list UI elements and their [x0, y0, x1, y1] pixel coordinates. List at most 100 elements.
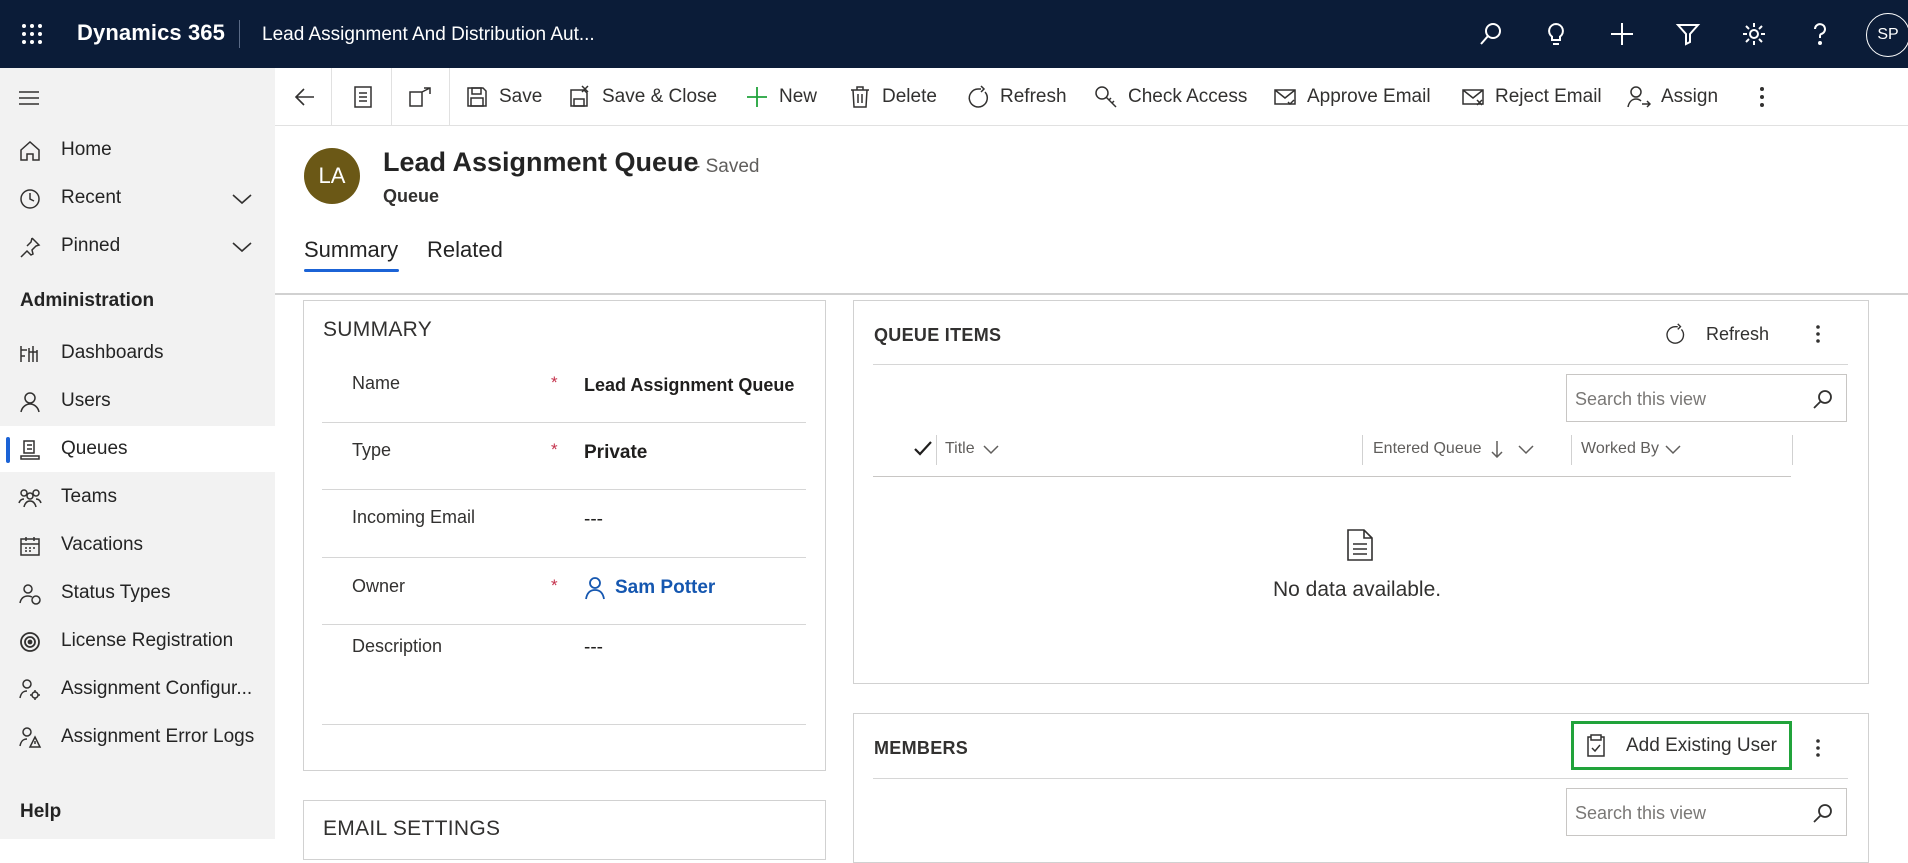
sidebar-item-label: Teams [61, 486, 117, 507]
required-marker: * [551, 373, 558, 392]
empty-state-text: No data available. [1273, 578, 1442, 601]
queue-items-title: QUEUE ITEMS [874, 325, 1002, 345]
sidebar-item-license-registration[interactable]: License Registration [0, 618, 275, 664]
active-tab-indicator [304, 269, 399, 272]
queue-items-search-box[interactable] [1566, 374, 1847, 422]
form-view-button[interactable] [348, 68, 378, 126]
sidebar-item-vacations[interactable]: Vacations [0, 522, 275, 568]
field-value-type[interactable]: Private [584, 442, 647, 464]
save-button[interactable]: Save [465, 68, 542, 126]
save-and-close-button[interactable]: Save & Close [568, 68, 717, 126]
search-icon[interactable] [1812, 802, 1834, 824]
sidebar-item-dashboards[interactable]: Dashboards [0, 330, 275, 376]
sidebar-item-home[interactable]: Home [0, 127, 275, 173]
members-title: MEMBERS [874, 738, 969, 758]
entity-name: Queue [383, 186, 440, 206]
chevron-down-icon[interactable] [231, 189, 253, 209]
sidebar-item-status-types[interactable]: Status Types [0, 570, 275, 616]
owner-lookup-link[interactable]: Sam Potter [584, 576, 715, 600]
sidebar-item-teams[interactable]: Teams [0, 474, 275, 520]
assign-button[interactable]: Assign [1627, 68, 1718, 126]
members-more-button[interactable] [1806, 733, 1830, 763]
column-header-entered-queue[interactable]: Entered Queue [1373, 440, 1534, 458]
queue-items-refresh-button[interactable]: Refresh [1664, 311, 1769, 357]
chevron-down-icon [1518, 445, 1534, 455]
summary-section-title: SUMMARY [323, 318, 433, 341]
column-header-title[interactable]: Title [945, 440, 999, 458]
column-header-worked-by[interactable]: Worked By [1581, 440, 1681, 458]
queue-items-more-button[interactable] [1806, 319, 1830, 349]
tab-summary[interactable]: Summary [304, 237, 398, 263]
empty-document-icon [1346, 528, 1374, 562]
select-all-checkmark[interactable] [913, 440, 933, 458]
topbar-record-title: Lead Assignment And Distribution Aut... [262, 24, 595, 45]
reject-email-button[interactable]: Reject Email [1461, 68, 1602, 126]
more-vertical-icon [1816, 325, 1820, 343]
approve-email-button[interactable]: Approve Email [1273, 68, 1431, 126]
back-button[interactable] [288, 68, 322, 126]
chevron-down-icon[interactable] [231, 237, 253, 257]
delete-label: Delete [882, 86, 937, 107]
sidebar-item-queues[interactable]: Queues [0, 426, 275, 472]
queue-items-refresh-label: Refresh [1706, 323, 1770, 344]
required-marker: * [551, 440, 558, 459]
record-avatar: LA [304, 148, 360, 204]
check-access-button[interactable]: Check Access [1094, 68, 1247, 126]
members-search-input[interactable] [1575, 799, 1795, 827]
sidebar-item-label: Assignment Configur... [61, 678, 253, 699]
user-avatar[interactable]: SP [1866, 13, 1908, 57]
sidebar-section-administration: Administration [20, 290, 155, 311]
trash-icon [851, 86, 869, 108]
more-vertical-icon [1816, 739, 1820, 757]
gear-icon[interactable] [1736, 16, 1772, 52]
home-icon [18, 139, 42, 163]
lightbulb-icon[interactable] [1538, 16, 1574, 52]
sidebar-item-users[interactable]: Users [0, 378, 275, 424]
plus-icon [747, 87, 767, 107]
email-settings-title: EMAIL SETTINGS [323, 817, 501, 840]
sidebar-item-assignment-error-logs[interactable]: Assignment Error Logs [0, 714, 275, 760]
header-divider [275, 293, 1908, 295]
column-header-label: Entered Queue [1373, 440, 1482, 457]
field-value-incoming-email[interactable]: --- [584, 509, 603, 531]
assign-user-icon [1627, 86, 1651, 108]
hamburger-menu-icon[interactable] [18, 88, 48, 108]
refresh-icon [1666, 323, 1685, 344]
new-button[interactable]: New [745, 68, 817, 126]
sidebar-item-label: Recent [61, 187, 122, 208]
open-in-new-window-button[interactable] [405, 68, 435, 126]
help-icon[interactable] [1802, 16, 1838, 52]
plus-icon[interactable] [1604, 16, 1640, 52]
back-arrow-icon [294, 88, 314, 106]
tab-related[interactable]: Related [427, 237, 503, 263]
sidebar-item-pinned[interactable]: Pinned [0, 223, 275, 269]
queue-items-search-input[interactable] [1575, 385, 1795, 413]
check-access-label: Check Access [1128, 86, 1248, 107]
refresh-button[interactable]: Refresh [966, 68, 1067, 126]
sidebar-item-label: Assignment Error Logs [61, 726, 255, 747]
filter-icon[interactable] [1670, 16, 1706, 52]
search-icon[interactable] [1812, 388, 1834, 410]
user-icon [18, 390, 42, 414]
app-name[interactable]: Dynamics 365 [77, 20, 225, 46]
search-icon[interactable] [1473, 16, 1509, 52]
field-value-description[interactable]: --- [584, 637, 603, 659]
sidebar-item-label: Status Types [61, 582, 171, 603]
delete-button[interactable]: Delete [848, 68, 937, 126]
sidebar-item-recent[interactable]: Recent [0, 175, 275, 221]
grid-header-divider [873, 476, 1791, 477]
section-divider [873, 364, 1848, 365]
key-search-icon [1095, 86, 1117, 108]
chevron-down-icon [1665, 445, 1681, 455]
sidebar-item-assignment-configuration[interactable]: Assignment Configur... [0, 666, 275, 712]
chevron-down-icon [983, 445, 999, 455]
field-value-name[interactable]: Lead Assignment Queue [584, 375, 794, 396]
more-commands-button[interactable] [1750, 68, 1774, 126]
new-label: New [779, 86, 818, 107]
members-search-box[interactable] [1566, 788, 1847, 836]
open-new-window-icon [409, 87, 431, 107]
waffle-icon[interactable] [14, 18, 50, 50]
add-existing-user-button[interactable]: Add Existing User [1571, 721, 1792, 770]
sort-descending-icon [1491, 441, 1503, 458]
calendar-icon [18, 534, 42, 558]
